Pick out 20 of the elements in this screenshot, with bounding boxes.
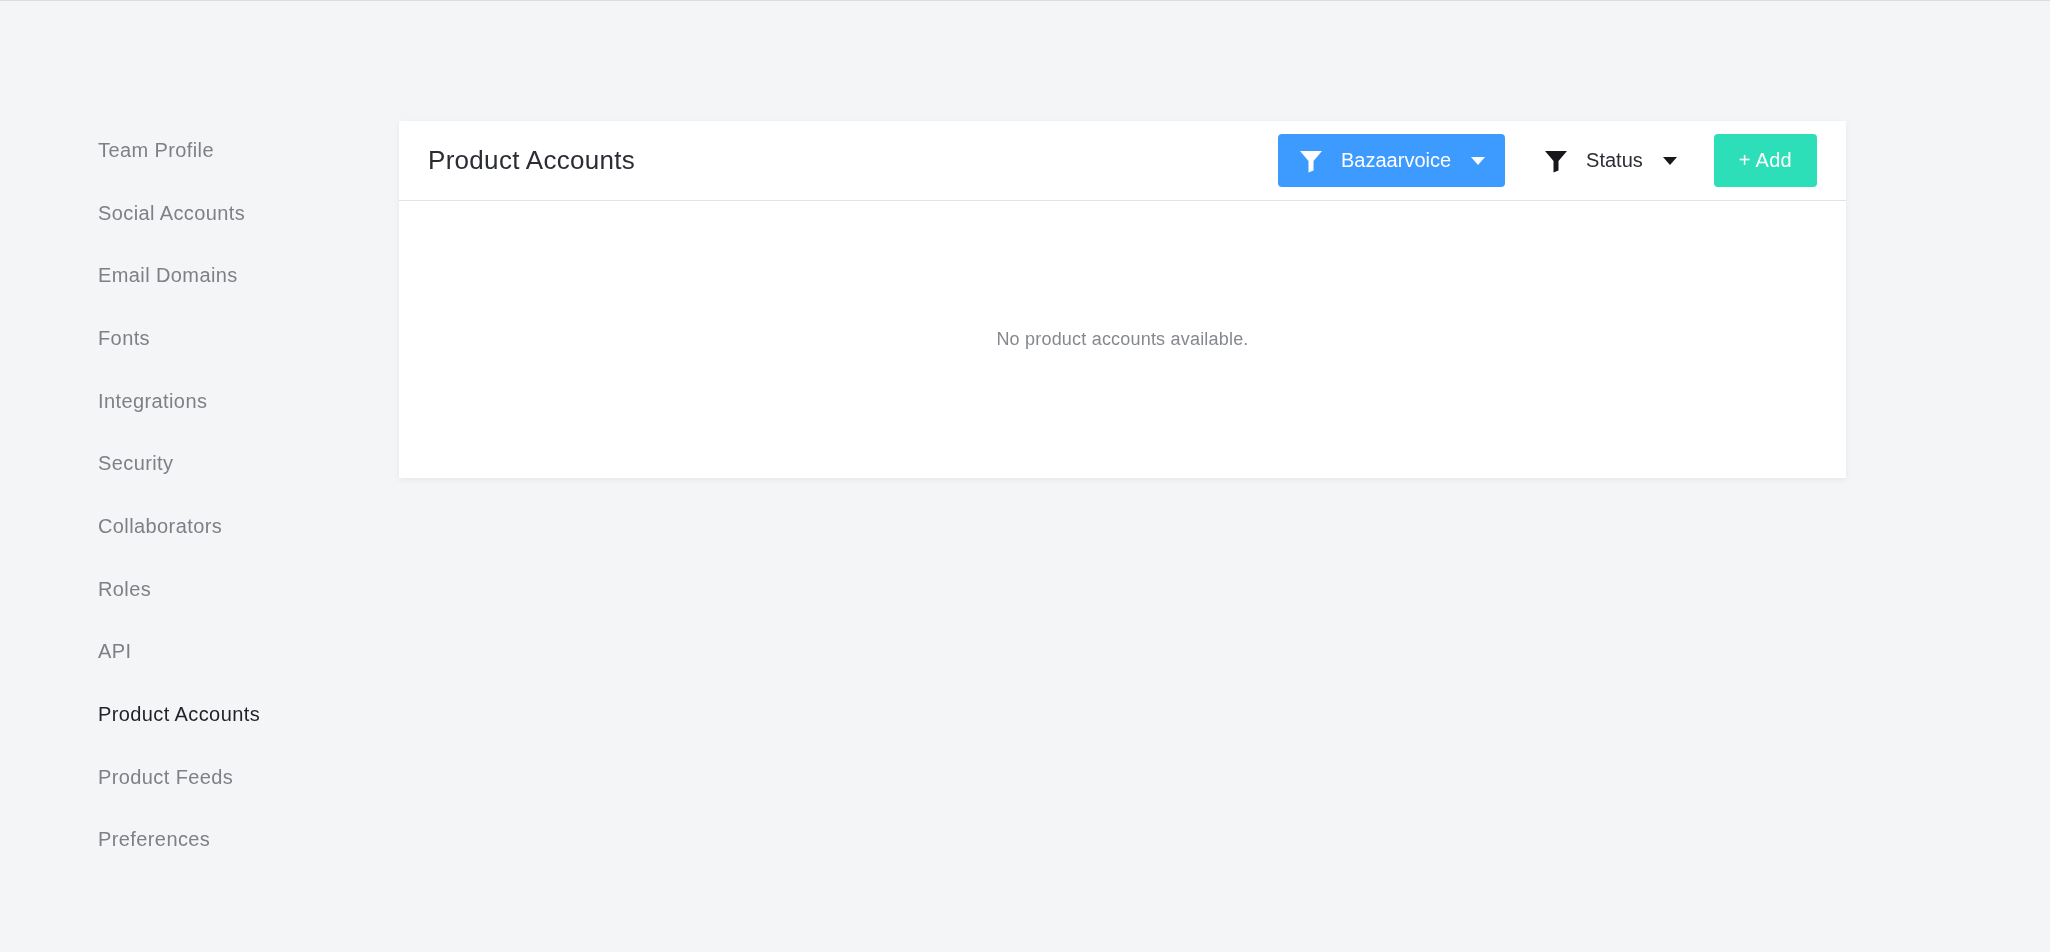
sidebar-item[interactable]: Product Accounts <box>98 703 261 727</box>
sidebar-item[interactable]: Preferences <box>98 828 211 852</box>
sidebar-item[interactable]: Security <box>98 452 174 476</box>
empty-message: No product accounts available. <box>996 329 1249 350</box>
caret-icon <box>1471 156 1486 165</box>
caret-icon <box>1662 156 1677 165</box>
filter-button[interactable]: Status <box>1526 134 1695 187</box>
sidebar-item[interactable]: Collaborators <box>98 514 223 538</box>
filter-icon <box>1544 148 1569 173</box>
filter-icon <box>1299 148 1323 173</box>
sidebar-item[interactable]: Integrations <box>98 389 208 413</box>
sidebar-item[interactable]: Team Profile <box>98 138 214 162</box>
sidebar-item[interactable]: Fonts <box>98 326 151 350</box>
sidebar-item[interactable]: Email Domains <box>98 264 238 288</box>
sidebar-item[interactable]: API <box>98 640 132 664</box>
panel-title: Product Accounts <box>428 145 636 176</box>
sidebar-item[interactable]: Product Feeds <box>98 765 234 789</box>
sidebar-item[interactable]: Roles <box>98 577 152 601</box>
sidebar-item[interactable]: Social Accounts <box>98 201 246 225</box>
filter-button[interactable]: Bazaarvoice <box>1278 134 1506 187</box>
